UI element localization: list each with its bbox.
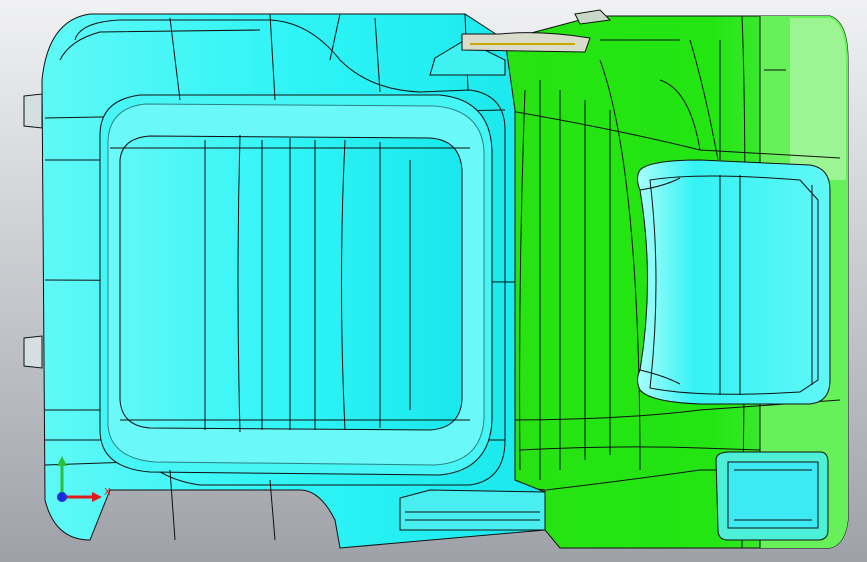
- pillow: [637, 159, 831, 405]
- triad-x-label: X: [104, 487, 111, 498]
- triad-z-axis: [57, 492, 67, 502]
- model-canvas[interactable]: [0, 0, 867, 562]
- seat-cushion: [23, 13, 591, 549]
- cad-viewport[interactable]: X: [0, 0, 867, 562]
